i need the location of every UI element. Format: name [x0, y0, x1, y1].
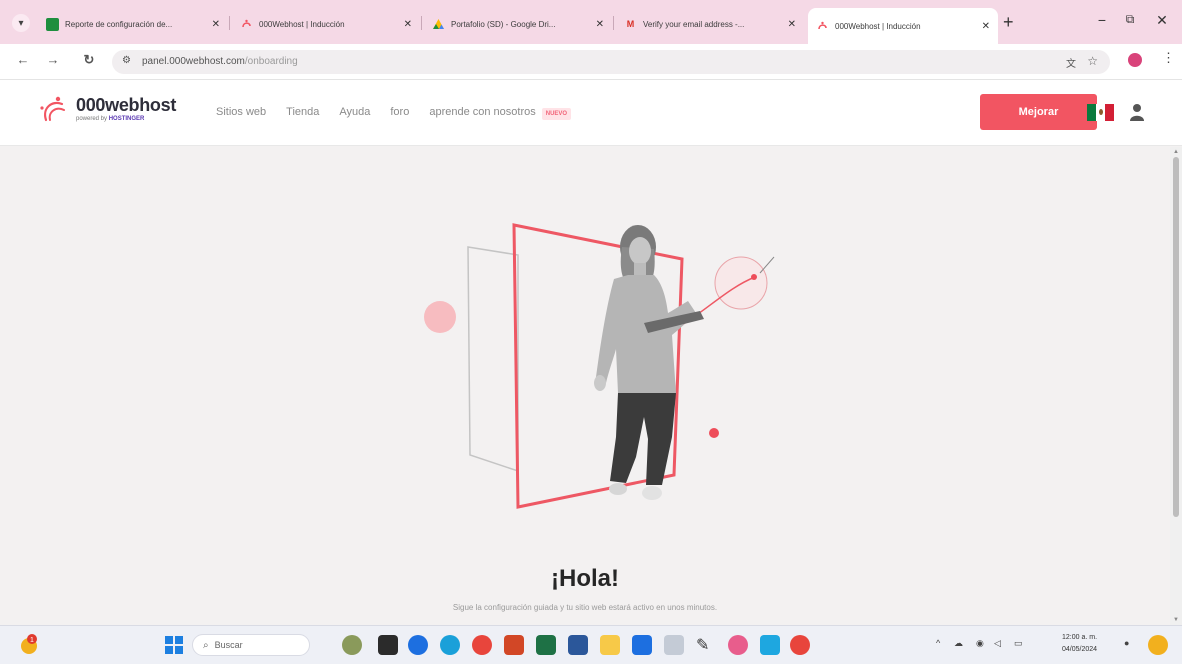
tab-title: Reporte de configuración de... [65, 19, 173, 29]
webhost-logo-icon [38, 94, 70, 124]
powerpoint-icon[interactable] [504, 635, 524, 655]
file-explorer-icon[interactable] [600, 635, 620, 655]
tab-title: 000Webhost | Inducción [835, 21, 921, 31]
mexico-flag-icon[interactable] [1087, 104, 1114, 121]
address-bar[interactable]: ⚙ panel.000webhost.com/onboarding 文 ☆ [112, 50, 1110, 74]
chrome-profile-icon[interactable] [790, 635, 810, 655]
translate-icon[interactable]: 文 [1066, 55, 1076, 70]
word-icon[interactable] [568, 635, 588, 655]
close-icon[interactable]: ✕ [596, 19, 604, 30]
tab-title: 000Webhost | Inducción [259, 19, 345, 29]
taskbar-clock[interactable]: 12:00 a. m. 04/05/2024 [1062, 632, 1097, 656]
close-icon[interactable]: ✕ [404, 19, 412, 30]
task-view-icon[interactable] [378, 635, 398, 655]
browser-tab[interactable]: Portafolio (SD) - Google Dri... ✕ [424, 9, 612, 39]
tray-overflow-icon[interactable]: ^ [936, 638, 940, 648]
tab-title: Verify your email address -... [643, 19, 745, 29]
url-text: panel.000webhost.com/onboarding [142, 56, 298, 67]
new-tab-icon[interactable]: + [1003, 12, 1014, 33]
onboarding-content: ¡Hola! Sigue la configuración guiada y t… [0, 147, 1170, 625]
site-header: 000webhost powered by HOSTINGER Sitios w… [0, 80, 1182, 146]
profile-avatar[interactable] [1128, 53, 1142, 67]
copilot-icon[interactable] [1148, 635, 1168, 655]
search-icon: ⌕ [203, 639, 209, 651]
pink-circle-decoration [424, 301, 456, 333]
minimize-icon[interactable]: − [1092, 12, 1112, 28]
browser-tab[interactable]: 000Webhost | Inducción ✕ [232, 9, 420, 39]
pen-app-icon[interactable]: ✎ [696, 635, 716, 655]
edge-icon[interactable] [440, 635, 460, 655]
onedrive-icon[interactable]: ☁ [954, 638, 963, 649]
greeting-subtitle: Sigue la configuración guiada y tu sitio… [452, 603, 718, 612]
store-icon[interactable] [632, 635, 652, 655]
webhost-icon [240, 18, 253, 31]
notification-bell-icon[interactable]: ● [1124, 638, 1129, 648]
forward-icon[interactable]: → [44, 52, 62, 67]
windows-taskbar: 1 ⌕ Buscar ✎ ^ ☁ ◉ ◁ ▭ 12:00 a. m. 04/05… [0, 625, 1182, 664]
widgets-icon[interactable] [342, 635, 362, 655]
logo-name: 000webhost [76, 95, 177, 115]
browser-tab[interactable]: M Verify your email address -... ✕ [616, 9, 804, 39]
nav-aprende[interactable]: aprende con nosotros NUEVO [429, 106, 572, 120]
reload-icon[interactable]: ↻ [80, 52, 98, 68]
volume-icon[interactable]: ◁ [994, 638, 1001, 649]
nav-foro[interactable]: foro [390, 106, 409, 118]
browser-tab-active[interactable]: 000Webhost | Inducción ✕ [808, 8, 998, 44]
woman-figure [594, 225, 704, 500]
nav-tienda[interactable]: Tienda [286, 106, 319, 118]
tab-title: Portafolio (SD) - Google Dri... [451, 19, 556, 29]
sheets-icon [46, 17, 59, 31]
browser-tab-strip: ▾ Reporte de configuración de... ✕ 000We… [0, 0, 1182, 44]
battery-icon[interactable]: ▭ [1014, 638, 1023, 649]
app-icon[interactable] [664, 635, 684, 655]
browser-tab[interactable]: Reporte de configuración de... ✕ [38, 9, 228, 39]
close-icon[interactable]: ✕ [982, 21, 990, 32]
back-icon[interactable]: ← [14, 52, 32, 67]
nav-ayuda[interactable]: Ayuda [339, 106, 370, 118]
wifi-icon[interactable]: ◉ [976, 638, 984, 649]
taskbar-search[interactable]: ⌕ Buscar [192, 634, 310, 656]
tab-search-icon[interactable]: ▾ [12, 14, 30, 32]
close-icon[interactable]: ✕ [788, 19, 796, 30]
vscode-icon[interactable] [760, 635, 780, 655]
chrome-icon[interactable] [472, 635, 492, 655]
logo-subtitle: powered by HOSTINGER [76, 116, 145, 122]
window-close-icon[interactable]: ✕ [1152, 12, 1172, 29]
onboarding-illustration [410, 217, 790, 527]
red-dot-decoration [709, 428, 719, 438]
page-scrollbar[interactable]: ▲ ▼ [1170, 147, 1182, 625]
restore-icon[interactable]: ⧉ [1120, 12, 1140, 27]
user-account-icon[interactable] [1128, 102, 1146, 122]
nav-sitios-web[interactable]: Sitios web [216, 106, 266, 118]
greeting-heading: ¡Hola! [551, 565, 619, 592]
browser-menu-icon[interactable]: ⋮ [1162, 50, 1175, 66]
back-frame-shape [467, 246, 519, 473]
drive-icon [432, 18, 445, 31]
close-icon[interactable]: ✕ [212, 19, 220, 30]
new-badge: NUEVO [541, 108, 572, 120]
scroll-thumb[interactable] [1173, 157, 1179, 517]
scroll-up-icon[interactable]: ▲ [1173, 149, 1179, 155]
weather-widget-icon[interactable]: 1 [18, 633, 38, 654]
site-settings-icon[interactable]: ⚙ [122, 55, 131, 66]
windows-start-icon[interactable] [164, 635, 184, 655]
scroll-down-icon[interactable]: ▼ [1173, 617, 1179, 623]
site-logo[interactable]: 000webhost powered by HOSTINGER [38, 94, 176, 124]
svg-text:1: 1 [30, 637, 34, 644]
webhost-icon [816, 20, 829, 33]
browser-toolbar: ← → ↻ ⚙ panel.000webhost.com/onboarding … [0, 44, 1182, 80]
chat-icon[interactable] [408, 635, 428, 655]
bookmark-star-icon[interactable]: ☆ [1087, 54, 1098, 68]
upgrade-button[interactable]: Mejorar [980, 94, 1097, 130]
gmail-icon: M [626, 19, 635, 29]
excel-icon[interactable] [536, 635, 556, 655]
app-icon[interactable] [728, 635, 748, 655]
main-nav: Sitios web Tienda Ayuda foro aprende con… [216, 106, 572, 120]
